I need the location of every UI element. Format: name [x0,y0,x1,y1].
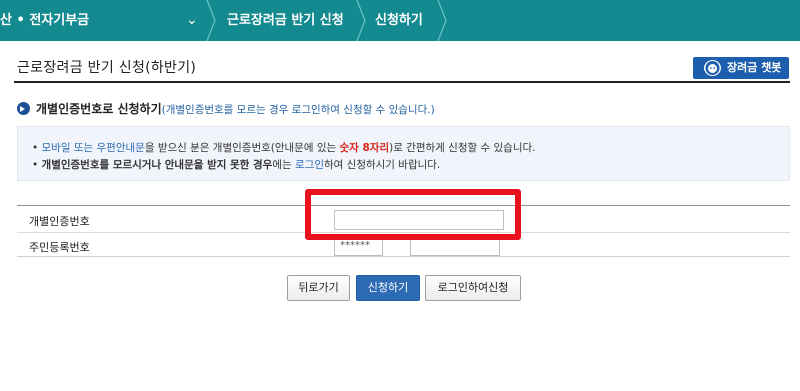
info-mobile-notice-link: 모바일 또는 우편안내문 [41,142,145,154]
section-heading-note: (개별인증번호를 모르는 경우 로그인하여 신청할 수 있습니다.) [161,104,435,116]
top-navigation-bar: 산 • 전자기부금 ⌄ 근로장려금 반기 신청 신청하기 [0,0,800,41]
bullet-dot: • [32,142,39,154]
info-text: )로 간편하게 신청할 수 있습니다. [389,142,536,154]
info-login-link[interactable]: 로그인 [295,159,324,171]
info-text: 에는 [272,159,296,171]
info-box: • 모바일 또는 우편안내문을 받으신 분은 개별인증번호(안내문에 있는 숫자… [17,126,790,181]
breadcrumb-item-half-year-application[interactable]: 근로장려금 반기 신청 [227,0,344,41]
chatbot-button-label: 장려금 챗봇 [727,61,782,74]
apply-button[interactable]: 신청하기 [356,275,420,301]
login-apply-button[interactable]: 로그인하여신청 [425,275,521,301]
info-text: 을 받으신 분은 개별인증번호(안내문에 있는 [144,142,340,154]
bullet-dot: • [32,159,39,171]
info-line-login: • 개별인증번호를 모르시거나 안내문을 받지 못한 경우에는 로그인하여 신청… [32,157,440,172]
info-text: 하여 신청하시기 바랍니다. [324,159,441,171]
page-title: 근로장려금 반기 신청(하반기) [17,60,197,76]
highlight-box [305,189,521,240]
section-heading-text: 개별인증번호로 신청하기 [36,102,162,116]
back-button[interactable]: 뒤로가기 [287,275,350,301]
chevron-down-icon[interactable]: ⌄ [186,0,198,41]
breadcrumb-menu-electronic-donation[interactable]: 산 • 전자기부금 [0,0,89,41]
info-line-mobile: • 모바일 또는 우편안내문을 받으신 분은 개별인증번호(안내문에 있는 숫자… [32,140,535,155]
breadcrumb-item-apply[interactable]: 신청하기 [375,0,423,41]
chatbot-button[interactable]: 장려금 챗봇 [693,57,789,79]
cert-number-label: 개별인증번호 [29,215,90,228]
breadcrumb-separator-icon [356,0,366,41]
info-bold-text: 개별인증번호를 모르시거나 안내문을 받지 못한 경우 [41,159,273,171]
breadcrumb-separator-icon [437,0,447,41]
info-highlight-8digits: 숫자 8자리 [339,142,390,154]
rrn-label: 주민등록번호 [29,241,90,254]
chatbot-icon [704,60,721,76]
arrow-circle-icon [17,102,30,115]
breadcrumb-separator-icon [206,0,216,41]
title-divider [14,81,790,83]
section-heading: 개별인증번호로 신청하기(개별인증번호를 모르는 경우 로그인하여 신청할 수 … [17,100,435,117]
